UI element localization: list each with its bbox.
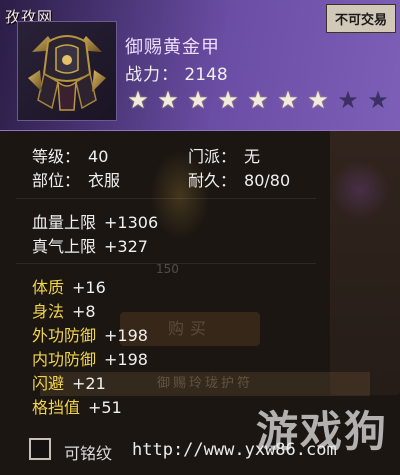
- star-filled-icon: ★: [127, 86, 149, 114]
- attribute-label: 外功防御: [32, 326, 97, 345]
- attribute-row: 身法 +8: [32, 298, 96, 322]
- hp-limit-value: +1306: [104, 213, 159, 232]
- durability-row: 耐久： 80/80: [188, 167, 290, 191]
- slot-label: 部位：: [32, 171, 81, 190]
- combat-power-label: 战力：: [125, 65, 179, 85]
- mp-limit-label: 真气上限: [32, 237, 97, 256]
- attribute-value: +21: [72, 374, 106, 393]
- star-rating: ★ ★ ★ ★ ★ ★ ★ ★ ★: [124, 88, 392, 112]
- star-filled-icon: ★: [187, 86, 209, 114]
- combat-power-value: 2148: [184, 65, 228, 85]
- sect-row: 门派： 无: [188, 143, 260, 167]
- level-value: 40: [88, 147, 109, 166]
- attribute-value: +51: [88, 398, 122, 417]
- combat-power: 战力： 2148: [125, 60, 228, 85]
- attribute-label: 身法: [32, 302, 65, 321]
- slot-row: 部位： 衣服: [32, 167, 120, 191]
- star-empty-icon: ★: [367, 86, 389, 114]
- engrave-label: 可铭纹: [64, 444, 113, 463]
- armor-icon: [28, 35, 106, 111]
- engrave-checkbox[interactable]: [29, 438, 51, 460]
- attribute-value: +198: [104, 326, 148, 345]
- hp-limit-row: 血量上限 +1306: [32, 209, 158, 233]
- sect-label: 门派：: [188, 147, 237, 166]
- star-filled-icon: ★: [247, 86, 269, 114]
- attribute-row: 外功防御 +198: [32, 322, 148, 346]
- sect-value: 无: [244, 147, 261, 166]
- untradable-badge: 不可交易: [325, 4, 396, 33]
- divider: [16, 198, 316, 199]
- durability-value: 80/80: [244, 171, 291, 190]
- attribute-row: 内功防御 +198: [32, 346, 148, 370]
- star-empty-icon: ★: [337, 86, 359, 114]
- background-price: 150: [156, 262, 179, 276]
- divider: [16, 263, 316, 264]
- site-url: http://www.yxw86.com: [132, 440, 337, 460]
- attribute-value: +16: [72, 278, 106, 297]
- mp-limit-value: +327: [104, 237, 148, 256]
- background-shop-panel: [330, 95, 400, 395]
- attribute-value: +198: [104, 350, 148, 369]
- attribute-label: 体质: [32, 278, 65, 297]
- durability-label: 耐久：: [188, 171, 237, 190]
- tooltip-header: 孜孜网 不可交易 御赐黄金甲 战力： 2148 ★ ★ ★ ★ ★ ★ ★ ★ ★: [0, 0, 400, 131]
- star-filled-icon: ★: [277, 86, 299, 114]
- star-filled-icon: ★: [157, 86, 179, 114]
- level-row: 等级： 40: [32, 143, 108, 167]
- attribute-row: 闪避 +21: [32, 370, 106, 394]
- star-filled-icon: ★: [307, 86, 329, 114]
- attribute-label: 格挡值: [32, 398, 81, 417]
- attribute-label: 闪避: [32, 374, 65, 393]
- item-icon: [17, 21, 117, 121]
- level-label: 等级：: [32, 147, 81, 166]
- hp-limit-label: 血量上限: [32, 213, 97, 232]
- item-name: 御赐黄金甲: [125, 37, 220, 58]
- attribute-row: 格挡值 +51: [32, 394, 122, 418]
- slot-value: 衣服: [88, 171, 121, 190]
- attribute-label: 内功防御: [32, 350, 97, 369]
- mp-limit-row: 真气上限 +327: [32, 233, 148, 257]
- attribute-row: 体质 +16: [32, 274, 106, 298]
- star-filled-icon: ★: [217, 86, 239, 114]
- background-item-glow-2: [330, 160, 390, 220]
- attribute-value: +8: [72, 302, 96, 321]
